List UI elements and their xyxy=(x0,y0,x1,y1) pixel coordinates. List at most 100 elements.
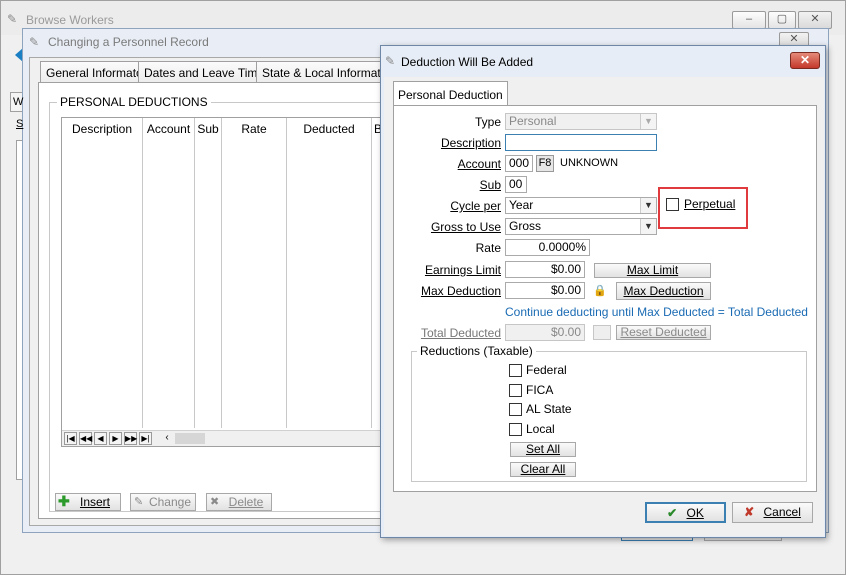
insert-button[interactable]: ✚ Insert xyxy=(55,493,121,511)
change-label: Change xyxy=(148,495,192,509)
total-deducted-toggle xyxy=(593,325,611,340)
account-input[interactable]: 000 xyxy=(505,155,533,172)
max-deduction-button[interactable]: Max Deduction xyxy=(616,282,711,300)
nav-next-button[interactable]: ▶ xyxy=(109,432,122,445)
horizontal-scrollbar-thumb[interactable] xyxy=(175,433,205,444)
chevron-down-icon: ▼ xyxy=(640,219,656,234)
cycle-select[interactable]: Year ▼ xyxy=(505,197,657,214)
reductions-title: Reductions (Taxable) xyxy=(417,344,536,358)
lock-icon[interactable]: 🔒 xyxy=(593,284,607,298)
column-header-sub[interactable]: Sub xyxy=(195,118,221,140)
max-limit-label: Max Limit xyxy=(626,263,679,277)
earnings-limit-label: Earnings Limit xyxy=(404,263,501,277)
max-limit-button[interactable]: Max Limit xyxy=(594,263,711,278)
column-header-rate[interactable]: Rate xyxy=(222,118,286,140)
browse-workers-title: Browse Workers xyxy=(26,13,114,27)
max-deduction-label: Max Deduction xyxy=(404,284,501,298)
dialog-title: Deduction Will Be Added xyxy=(401,55,534,69)
dialog-close-button[interactable]: ✕ xyxy=(790,52,820,69)
reset-deducted-button: Reset Deducted xyxy=(616,325,711,340)
gross-label: Gross to Use xyxy=(404,220,501,234)
perpetual-checkbox[interactable] xyxy=(666,198,679,211)
max-deduction-btn-label: Max Deduction xyxy=(623,284,704,298)
minimize-button[interactable]: – xyxy=(732,11,766,29)
close-icon: ✕ xyxy=(789,33,799,45)
description-label: Description xyxy=(404,136,501,150)
tab-dates-leave[interactable]: Dates and Leave Time xyxy=(138,61,271,83)
set-all-label: Set All xyxy=(525,442,561,456)
ok-label: OK xyxy=(686,506,704,520)
window-icon: ✎ xyxy=(7,12,18,26)
delete-label: Delete xyxy=(228,495,264,509)
account-label-text: Account xyxy=(457,157,501,171)
sub-input[interactable]: 00 xyxy=(505,176,527,193)
earnings-limit-input[interactable]: $0.00 xyxy=(505,261,585,278)
window-icon: ✎ xyxy=(385,54,396,68)
federal-label: Federal xyxy=(526,363,567,377)
max-deduction-input[interactable]: $0.00 xyxy=(505,282,585,299)
deduction-dialog: ✎ Deduction Will Be Added ✕ Personal Ded… xyxy=(380,45,826,538)
type-select[interactable]: Personal ▼ xyxy=(505,113,657,130)
al-state-checkbox[interactable] xyxy=(509,403,522,416)
bg-tab-fragment: W xyxy=(10,92,23,112)
column-header-deducted[interactable]: Deducted xyxy=(287,118,371,140)
bg-list-fragment xyxy=(16,140,22,480)
reset-deducted-label: Reset Deducted xyxy=(620,325,707,339)
chevron-down-icon: ▼ xyxy=(640,198,656,213)
continue-deducting-text: Continue deducting until Max Deducted = … xyxy=(505,305,808,319)
local-checkbox[interactable] xyxy=(509,423,522,436)
rate-label: Rate xyxy=(475,241,501,255)
cancel-button[interactable]: ✘ Cancel xyxy=(732,502,813,523)
change-button[interactable]: ✎ Change xyxy=(130,493,196,511)
earnings-label-text: Earnings Limit xyxy=(424,263,501,277)
total-deducted-input: $0.00 xyxy=(505,324,585,341)
federal-checkbox[interactable] xyxy=(509,364,522,377)
grid-divider xyxy=(221,118,222,428)
close-button[interactable]: ✕ xyxy=(798,11,832,29)
grid-divider xyxy=(194,118,195,428)
clear-all-button[interactable]: Clear All xyxy=(510,462,576,477)
insert-label: Insert xyxy=(79,495,110,509)
total-label-text: Total Deducted xyxy=(420,326,501,340)
sub-label-text: Sub xyxy=(479,178,501,192)
deductions-grid[interactable]: Description Account Sub Rate Deducted B … xyxy=(61,117,382,447)
close-icon: ✕ xyxy=(810,13,820,25)
grid-footer: |◀ ◀◀ ◀ ▶ ▶▶ ▶| ‹ xyxy=(62,430,380,446)
grid-divider xyxy=(142,118,143,428)
set-all-button[interactable]: Set All xyxy=(510,442,576,457)
nav-prev-page-button[interactable]: ◀◀ xyxy=(79,432,92,445)
delete-icon: ✖ xyxy=(210,496,220,508)
chevron-down-icon: ▼ xyxy=(640,114,656,129)
nav-first-button[interactable]: |◀ xyxy=(64,432,77,445)
nav-last-button[interactable]: ▶| xyxy=(139,432,152,445)
nav-next-page-button[interactable]: ▶▶ xyxy=(124,432,137,445)
tab-personal-deduction[interactable]: Personal Deduction xyxy=(393,81,508,106)
maximize-button[interactable]: ▢ xyxy=(768,11,796,29)
al-state-label: AL State xyxy=(526,402,572,416)
gross-value: Gross xyxy=(509,219,542,233)
description-input[interactable] xyxy=(505,134,657,151)
cycle-label-text: Cycle per xyxy=(450,199,501,213)
sub-label: Sub xyxy=(404,178,501,192)
rate-input[interactable]: 0.0000% xyxy=(505,239,590,256)
delete-button[interactable]: ✖ Delete xyxy=(206,493,272,511)
ok-button[interactable]: ✔ OK xyxy=(645,502,726,523)
cycle-value: Year xyxy=(509,198,534,212)
fica-checkbox[interactable] xyxy=(509,384,522,397)
scroll-left-icon[interactable]: ‹ xyxy=(160,432,174,445)
grid-divider xyxy=(371,118,372,428)
column-header-account[interactable]: Account xyxy=(143,118,194,140)
type-label: Type xyxy=(474,115,501,129)
bg-label-fragment: S xyxy=(16,118,24,130)
personnel-record-title: Changing a Personnel Record xyxy=(48,35,209,49)
x-icon: ✘ xyxy=(744,505,755,519)
account-name: UNKNOWN xyxy=(560,157,619,169)
account-lookup-button[interactable]: F8 xyxy=(536,155,554,172)
cycle-label: Cycle per xyxy=(404,199,501,213)
gross-select[interactable]: Gross ▼ xyxy=(505,218,657,235)
minimize-icon: – xyxy=(745,13,753,25)
total-deducted-label: Total Deducted xyxy=(404,326,501,340)
nav-prev-button[interactable]: ◀ xyxy=(94,432,107,445)
type-value: Personal xyxy=(509,114,557,128)
column-header-description[interactable]: Description xyxy=(62,118,142,140)
